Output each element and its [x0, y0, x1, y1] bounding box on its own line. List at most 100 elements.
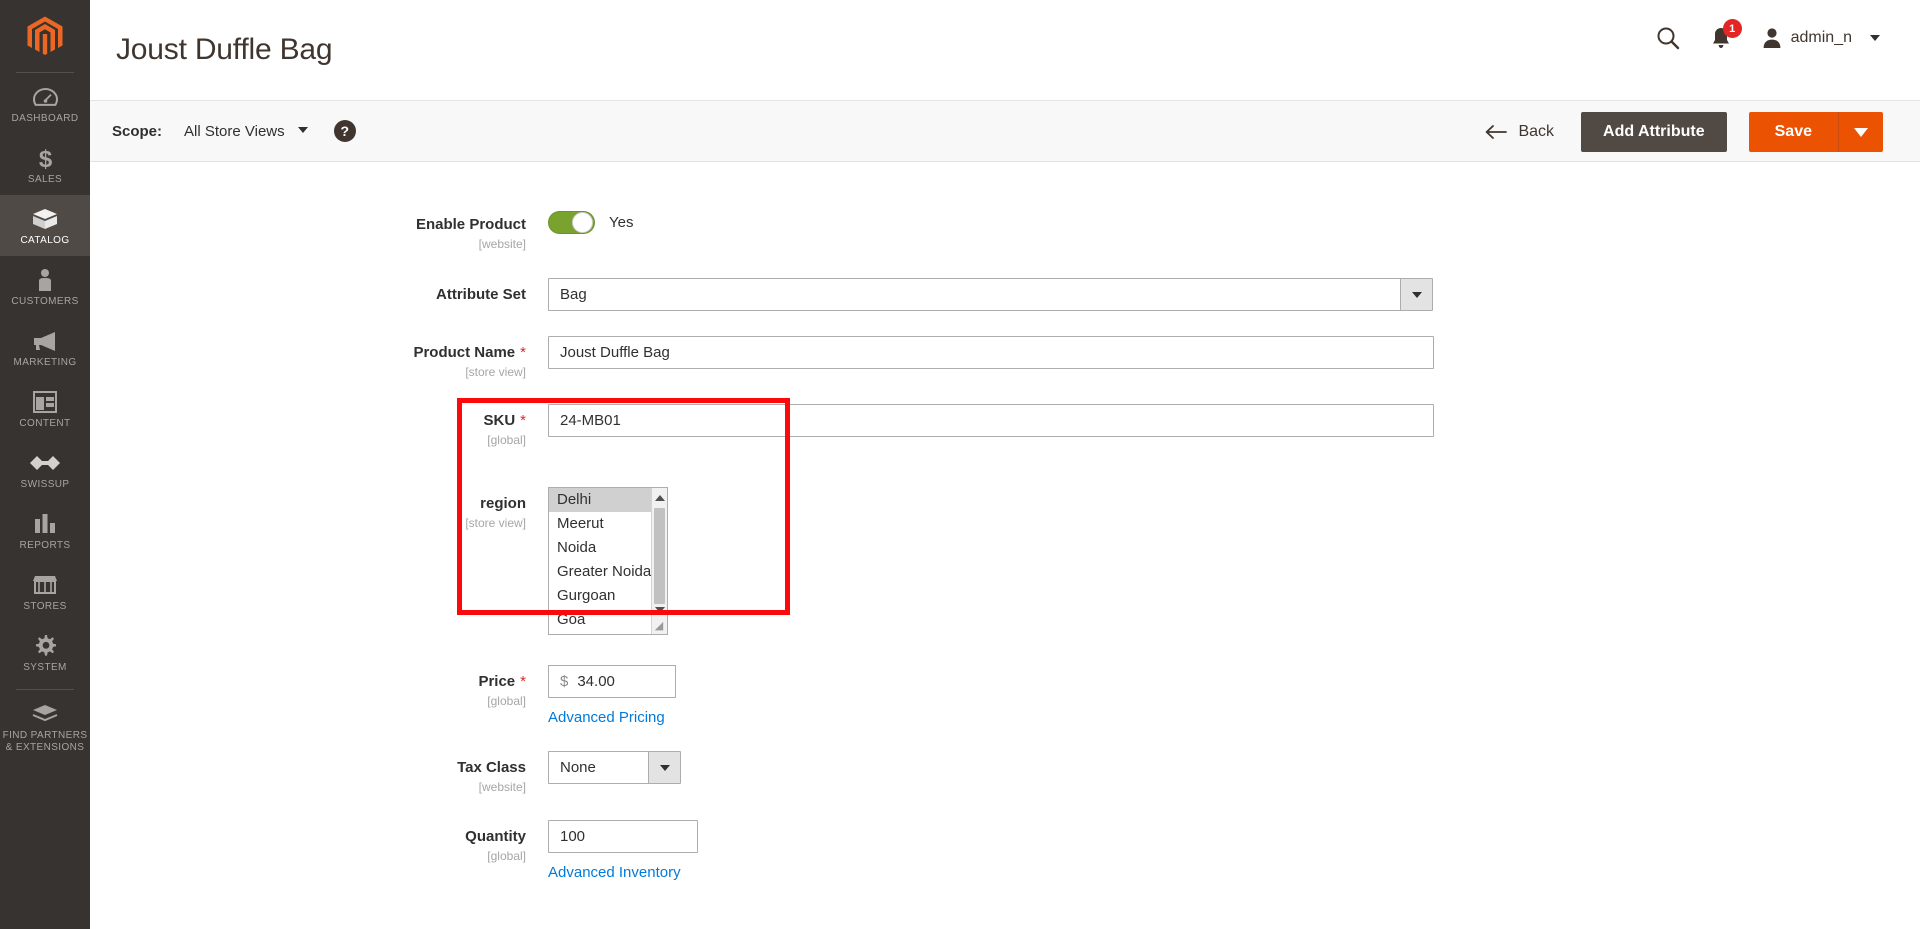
field-input-col: Advanced Inventory [548, 820, 1920, 882]
required-indicator: * [520, 673, 526, 690]
search-icon[interactable] [1656, 26, 1680, 50]
sidebar-item-content[interactable]: CONTENT [0, 378, 90, 439]
enable-product-label: Enable Product [415, 216, 526, 233]
megaphone-icon [0, 328, 90, 354]
sidebar-item-label: CATALOG [20, 235, 70, 246]
price-input-wrapper[interactable]: $ [548, 665, 677, 698]
resize-handle-icon[interactable]: ◢ [652, 619, 666, 633]
scroll-up-icon[interactable] [652, 490, 667, 506]
tax-class-select[interactable]: None [548, 751, 681, 784]
field-attribute-set: Attribute Set Bag [90, 278, 1920, 311]
required-indicator: * [520, 412, 526, 429]
magento-logo[interactable] [0, 0, 90, 72]
currency-symbol: $ [560, 673, 569, 690]
tax-class-value: None [548, 751, 648, 784]
sidebar-item-customers[interactable]: CUSTOMERS [0, 256, 90, 317]
sku-label: SKU [483, 412, 516, 429]
region-option-list: Delhi Meerut Noida Greater Noida Gurgoan… [549, 488, 653, 632]
chevron-down-icon [659, 764, 670, 771]
field-enable-product: Enable Product [website] Yes [90, 208, 1920, 251]
field-label-col: Tax Class [website] [90, 751, 548, 794]
field-label-col: Product Name * [store view] [90, 336, 548, 379]
enable-product-toggle[interactable] [548, 211, 595, 234]
sidebar-item-find-partners[interactable]: FIND PARTNERS & EXTENSIONS [0, 690, 90, 763]
save-button[interactable]: Save [1748, 112, 1839, 152]
field-price: Price* [global] $ Advanced Pricing [90, 665, 1920, 727]
price-input[interactable] [575, 672, 676, 691]
save-dropdown-toggle[interactable] [1839, 112, 1883, 152]
enable-product-toggle-row: Yes [548, 208, 1920, 234]
product-name-label: Product Name [413, 344, 516, 361]
product-name-input[interactable] [548, 336, 1434, 369]
scroll-down-icon[interactable] [652, 602, 667, 618]
quantity-input[interactable] [548, 820, 698, 853]
sidebar-item-label: SYSTEM [23, 662, 67, 673]
region-option[interactable]: Goa [549, 608, 653, 632]
region-option[interactable]: Gurgoan [549, 584, 653, 608]
attribute-set-label: Attribute Set [436, 286, 526, 303]
sidebar-item-label: STORES [23, 601, 67, 612]
field-label-col: SKU * [global] [90, 404, 548, 447]
region-multiselect[interactable]: Delhi Meerut Noida Greater Noida Gurgoan… [548, 487, 668, 635]
field-product-name: Product Name * [store view] [90, 336, 1920, 379]
field-input-col: Delhi Meerut Noida Greater Noida Gurgoan… [548, 487, 1920, 635]
find-partners-line2: & EXTENSIONS [5, 742, 85, 753]
region-option[interactable]: Greater Noida [549, 560, 653, 584]
sku-scope: [global] [487, 433, 526, 447]
user-menu[interactable]: admin_n [1762, 27, 1880, 49]
box-icon [0, 206, 90, 232]
region-option[interactable]: Meerut [549, 512, 653, 536]
person-icon [0, 267, 90, 293]
admin-sidebar: DASHBOARD $ SALES CATALOG CUSTOMERS MARK… [0, 0, 90, 929]
sidebar-item-stores[interactable]: STORES [0, 561, 90, 622]
sidebar-item-marketing[interactable]: MARKETING [0, 317, 90, 378]
product-form: Enable Product [website] Yes Attribute S… [90, 162, 1920, 882]
field-input-col [548, 404, 1920, 447]
partners-icon [0, 701, 90, 727]
svg-text:$: $ [38, 146, 52, 171]
sidebar-item-label: CONTENT [19, 418, 71, 429]
sku-input[interactable] [548, 404, 1434, 437]
sidebar-item-sales[interactable]: $ SALES [0, 134, 90, 195]
sidebar-item-dashboard[interactable]: DASHBOARD [0, 73, 90, 134]
quantity-label: Quantity [465, 828, 526, 845]
sidebar-item-reports[interactable]: REPORTS [0, 500, 90, 561]
tax-class-dropdown-toggle[interactable] [648, 751, 681, 784]
field-quantity: Quantity [global] Advanced Inventory [90, 820, 1920, 882]
field-label-col: Price * [global] [90, 665, 548, 727]
add-attribute-button[interactable]: Add Attribute [1581, 112, 1727, 152]
user-name: admin_n [1790, 29, 1852, 46]
enable-product-value: Yes [609, 214, 634, 231]
scrollbar-thumb[interactable] [654, 508, 665, 604]
page-title: Joust Duffle Bag [116, 33, 333, 66]
region-option[interactable]: Delhi [549, 488, 653, 512]
swissup-icon [0, 450, 90, 476]
advanced-pricing-link[interactable]: Advanced Pricing [548, 709, 665, 726]
region-scrollbar[interactable] [651, 488, 667, 634]
sidebar-item-label: SWISSUP [20, 479, 70, 490]
product-name-scope: [store view] [465, 365, 526, 379]
tax-class-scope: [website] [478, 780, 526, 794]
attribute-set-select[interactable]: Bag [548, 278, 1433, 311]
store-icon [0, 572, 90, 598]
region-label: region [480, 495, 526, 512]
page-container: Joust Duffle Bag 1 admin_n Scope: All St… [90, 0, 1920, 929]
notifications-button[interactable]: 1 [1710, 19, 1742, 50]
chevron-down-icon [297, 126, 308, 133]
page-header: Joust Duffle Bag 1 admin_n [90, 0, 1920, 100]
attribute-set-value: Bag [548, 278, 1400, 311]
sidebar-item-label: DASHBOARD [11, 113, 79, 124]
sidebar-item-label: SALES [27, 174, 63, 185]
sidebar-item-label: REPORTS [19, 540, 71, 551]
sidebar-item-catalog[interactable]: CATALOG [0, 195, 90, 256]
sidebar-item-swissup[interactable]: SWISSUP [0, 439, 90, 500]
back-button[interactable]: Back [1480, 123, 1559, 141]
region-option[interactable]: Noida [549, 536, 653, 560]
advanced-inventory-link[interactable]: Advanced Inventory [548, 864, 681, 881]
scope-help-icon[interactable]: ? [333, 120, 356, 142]
enable-product-scope: [website] [478, 237, 526, 251]
field-label-col: Enable Product [website] [90, 208, 548, 251]
scope-selector[interactable]: All Store Views [184, 123, 308, 140]
attribute-set-dropdown-toggle[interactable] [1400, 278, 1433, 311]
sidebar-item-system[interactable]: SYSTEM [0, 622, 90, 683]
